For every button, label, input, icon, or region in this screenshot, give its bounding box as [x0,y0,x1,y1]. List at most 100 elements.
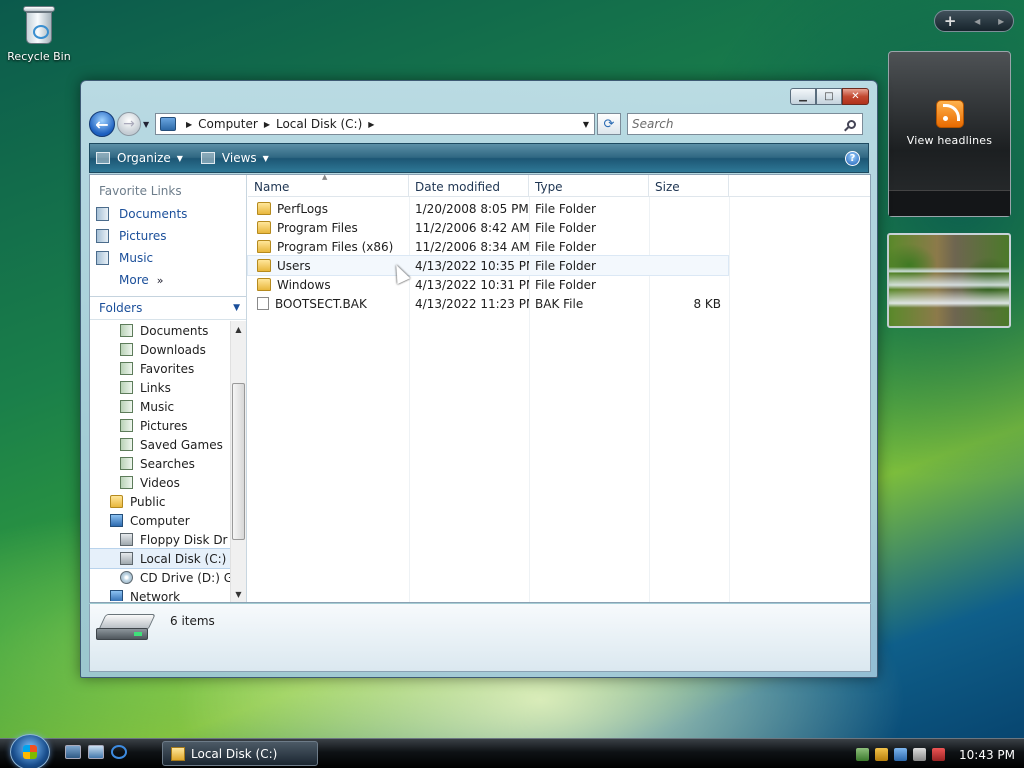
security-shield-icon[interactable] [875,748,888,761]
favorite-link-pictures[interactable]: Pictures [90,225,246,247]
more-links[interactable]: More » [90,269,246,291]
network-status-icon[interactable] [856,748,869,761]
tree-item[interactable]: Favorites [90,359,230,378]
scroll-down-icon[interactable]: ▼ [231,586,246,602]
file-row[interactable]: Users 4/13/2022 10:35 PM File Folder [247,255,729,276]
start-button[interactable] [10,734,50,768]
navigation-bar: ← → ▼ ▶ Computer ▶ Local Disk (C:) ▶ ▼ ⟳… [89,110,869,138]
tree-item[interactable]: Floppy Disk Dr [90,530,230,549]
recycle-bin-label: Recycle Bin [7,50,71,63]
prev-gadget-icon[interactable]: ◂ [974,14,980,28]
search-input[interactable]: Search [627,113,863,135]
search-icon[interactable] [847,119,856,129]
back-button[interactable]: ← [89,111,115,137]
refresh-button[interactable]: ⟳ [597,113,621,135]
tree-item[interactable]: Searches [90,454,230,473]
tree-item[interactable]: Public [90,492,230,511]
column-header-type[interactable]: Type [529,175,649,196]
breadcrumb-local-disk[interactable]: Local Disk (C:) [276,117,362,131]
chevron-down-icon: ▼ [176,153,183,163]
add-gadget-icon[interactable]: + [944,12,957,30]
favorite-link-label: Documents [119,207,188,221]
file-name: PerfLogs [277,201,329,216]
tree-item[interactable]: CD Drive (D:) G [90,568,230,587]
network-icon[interactable] [913,748,926,761]
minimize-button[interactable]: ▁ [790,88,816,105]
file-row[interactable]: Program Files (x86) 11/2/2006 8:34 AM File… [248,237,870,256]
tree-item[interactable]: Local Disk (C:) [90,548,230,569]
column-header-date[interactable]: Date modified [409,175,529,196]
scroll-up-icon[interactable]: ▲ [231,321,246,337]
recent-pages-dropdown[interactable]: ▼ [143,120,153,129]
taskbar-button-local-disk[interactable]: Local Disk (C:) [162,741,318,766]
slideshow-gadget[interactable] [887,233,1011,328]
organize-button[interactable]: Organize ▼ [96,151,183,165]
folders-header[interactable]: Folders ▼ [90,296,246,320]
folder-icon [257,259,271,272]
tree-item[interactable]: Pictures [90,416,230,435]
address-bar[interactable]: ▶ Computer ▶ Local Disk (C:) ▶ ▼ [155,113,595,135]
document-folder-icon [120,324,133,337]
column-header-name[interactable]: ▲ Name [248,173,409,196]
tree-item[interactable]: Videos [90,473,230,492]
file-row[interactable]: PerfLogs 1/20/2008 8:05 PM File Folder [248,199,870,218]
volume-muted-icon[interactable] [932,748,945,761]
tree-item[interactable]: Network [90,587,230,601]
file-type: File Folder [535,201,596,216]
feed-gadget-label: View headlines [906,134,993,147]
views-button[interactable]: Views ▼ [200,151,269,165]
internet-explorer-icon[interactable] [111,745,127,759]
tree-item-label: Network [130,589,181,602]
computer-icon [160,117,176,131]
taskbar-button-label: Local Disk (C:) [191,746,278,761]
switch-windows-icon[interactable] [88,745,104,759]
column-header-size[interactable]: Size [649,175,729,196]
favorite-link-documents[interactable]: Documents [90,203,246,225]
sidebar-gadget-controls[interactable]: + ◂ ▸ [934,10,1014,32]
tree-item[interactable]: Music [90,397,230,416]
breadcrumb-separator-icon[interactable]: ▶ [264,120,270,129]
folder-icon [257,221,271,234]
tree-item-label: Public [130,494,166,509]
breadcrumb-computer[interactable]: Computer [198,117,258,131]
search-placeholder: Search [632,117,674,131]
folder-icon [257,240,271,253]
next-gadget-icon[interactable]: ▸ [998,14,1004,28]
recycle-bin-icon[interactable]: Recycle Bin [6,2,72,63]
scrollbar-thumb[interactable] [232,383,245,540]
computer-icon [110,514,123,527]
address-dropdown-icon[interactable]: ▼ [578,120,594,129]
computer-icon [110,590,123,601]
feed-headlines-gadget[interactable]: View headlines [888,51,1011,217]
help-icon[interactable]: ? [845,150,860,166]
column-headers: ▲ Name Date modified Type Size [248,173,870,197]
forward-button[interactable]: → [117,112,141,136]
clock[interactable]: 10:43 PM [959,748,1015,762]
file-type: File Folder [535,220,596,235]
breadcrumb-separator-icon[interactable]: ▶ [186,120,192,129]
rss-icon [935,100,964,128]
file-row[interactable]: BOOTSECT.BAK 4/13/2022 11:23 PM BAK File 8 … [248,294,870,313]
maximize-button[interactable]: □ [816,88,842,105]
favorite-link-music[interactable]: Music [90,247,246,269]
show-desktop-icon[interactable] [65,745,81,759]
close-button[interactable]: ✕ [842,88,869,105]
file-name: Program Files (x86) [277,239,394,254]
chevron-down-icon: ▼ [262,153,269,163]
file-date: 11/2/2006 8:42 AM [415,220,529,235]
breadcrumb-separator-icon[interactable]: ▶ [368,120,374,129]
tree-item[interactable]: Documents [90,321,230,340]
music-icon [96,251,109,265]
file-name: Program Files [277,220,358,235]
tree-item[interactable]: Downloads [90,340,230,359]
folder-tree-scrollbar[interactable]: ▲ ▼ [230,321,246,602]
caption-buttons: ▁ □ ✕ [790,88,869,105]
document-folder-icon [120,438,133,451]
tree-item[interactable]: Links [90,378,230,397]
tree-item[interactable]: Saved Games [90,435,230,454]
display-icon[interactable] [894,748,907,761]
file-row[interactable]: Program Files 11/2/2006 8:42 AM File Folde… [248,218,870,237]
tree-item[interactable]: Computer [90,511,230,530]
folder-icon [171,746,185,761]
file-row[interactable]: Windows 4/13/2022 10:31 PM File Folder [248,275,870,294]
